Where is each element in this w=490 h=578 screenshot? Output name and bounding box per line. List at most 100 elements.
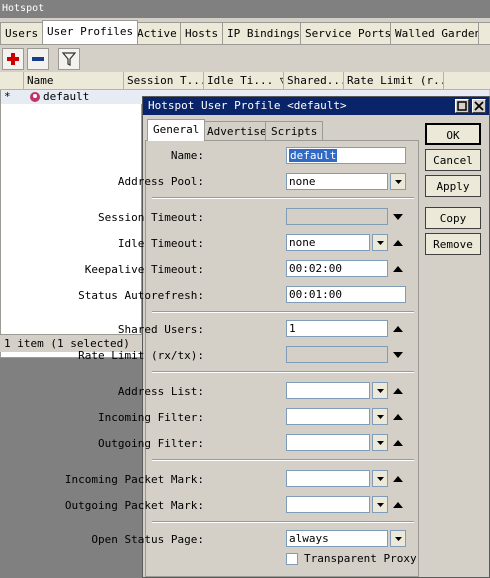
idle-timeout-dropdown[interactable] — [372, 234, 388, 251]
user-profile-dialog: Hotspot User Profile <default> General A… — [65, 96, 490, 578]
collapse-up-icon[interactable] — [392, 263, 404, 275]
transparent-proxy-label: Transparent Proxy — [304, 552, 417, 565]
outgoing-filter-select[interactable] — [286, 434, 370, 451]
collapse-up-icon[interactable] — [392, 437, 404, 449]
incoming-packet-mark-select[interactable] — [286, 470, 370, 487]
tab-active[interactable]: Active — [132, 22, 182, 44]
tab-user-profiles[interactable]: User Profiles — [42, 20, 139, 44]
keepalive-timeout-input[interactable]: 00:02:00 — [286, 260, 388, 277]
outgoing-packet-mark-label: Outgoing Packet Mark: — [64, 499, 204, 512]
row-marker: * — [4, 90, 11, 103]
idle-timeout-label: Idle Timeout: — [117, 237, 204, 250]
outgoing-packet-mark-select[interactable] — [286, 496, 370, 513]
separator — [152, 521, 414, 523]
collapse-up-icon[interactable] — [392, 473, 404, 485]
add-button[interactable] — [2, 48, 24, 70]
collapse-up-icon[interactable] — [392, 323, 404, 335]
col-idle-timeout[interactable]: Idle Ti... ▽ — [204, 72, 284, 90]
incoming-filter-label: Incoming Filter: — [98, 411, 204, 424]
address-list-dropdown[interactable] — [372, 382, 388, 399]
tab-scripts[interactable]: Scripts — [265, 121, 324, 141]
remove-profile-button[interactable]: Remove — [425, 233, 481, 255]
col-name[interactable]: Name — [24, 72, 124, 90]
tab-ip-bindings[interactable]: IP Bindings — [222, 22, 305, 44]
tab-bar: Users User Profiles Active Hosts IP Bind… — [0, 20, 490, 44]
idle-timeout-select[interactable]: none — [286, 234, 370, 251]
maximize-button[interactable] — [455, 99, 469, 113]
address-pool-dropdown[interactable] — [390, 173, 406, 190]
expand-down-icon[interactable] — [392, 349, 404, 361]
minus-icon — [32, 57, 44, 61]
chevron-down-icon — [376, 441, 384, 445]
cancel-button[interactable]: Cancel — [425, 149, 481, 171]
separator — [152, 459, 414, 461]
remove-button[interactable] — [27, 48, 49, 70]
tab-service-ports[interactable]: Service Ports — [300, 22, 397, 44]
chevron-down-icon — [376, 477, 384, 481]
general-pane: Name: default Address Pool: none Session… — [65, 140, 419, 577]
name-input[interactable]: default — [286, 147, 406, 164]
open-status-page-dropdown[interactable] — [390, 530, 406, 547]
incoming-packet-mark-dropdown[interactable] — [372, 470, 388, 487]
col-rate-limit[interactable]: Rate Limit (r... — [344, 72, 444, 90]
keepalive-timeout-label: Keepalive Timeout: — [84, 263, 204, 276]
close-icon — [474, 101, 484, 111]
collapse-up-icon[interactable] — [392, 385, 404, 397]
outgoing-filter-label: Outgoing Filter: — [98, 437, 204, 450]
tab-users[interactable]: Users — [0, 22, 44, 44]
name-label: Name: — [170, 149, 204, 162]
outgoing-packet-mark-dropdown[interactable] — [372, 496, 388, 513]
incoming-packet-mark-label: Incoming Packet Mark: — [64, 473, 204, 486]
close-button[interactable] — [472, 99, 486, 113]
col-session-timeout[interactable]: Session T... — [124, 72, 204, 90]
incoming-filter-dropdown[interactable] — [372, 408, 388, 425]
shared-users-input[interactable]: 1 — [286, 320, 388, 337]
tab-general[interactable]: General — [147, 119, 206, 141]
separator — [152, 311, 414, 313]
chevron-down-icon — [376, 389, 384, 393]
status-autorefresh-input[interactable]: 00:01:00 — [286, 286, 406, 303]
filter-button[interactable] — [58, 48, 80, 70]
shared-users-label: Shared Users: — [117, 323, 204, 336]
outgoing-filter-dropdown[interactable] — [372, 434, 388, 451]
tab-walled-garden[interactable]: Walled Garden — [390, 22, 487, 44]
ok-button[interactable]: OK — [425, 123, 481, 145]
separator — [152, 197, 414, 199]
collapse-up-icon[interactable] — [392, 411, 404, 423]
filter-icon — [62, 52, 76, 66]
maximize-icon — [457, 101, 467, 111]
copy-button[interactable]: Copy — [425, 207, 481, 229]
dialog-title-text: Hotspot User Profile <default> — [148, 99, 347, 112]
apply-button[interactable]: Apply — [425, 175, 481, 197]
address-list-label: Address List: — [117, 385, 204, 398]
address-pool-label: Address Pool: — [117, 175, 204, 188]
plus-icon — [7, 53, 19, 65]
chevron-down-icon — [394, 537, 402, 541]
rate-limit-input[interactable] — [286, 346, 388, 363]
expand-down-icon[interactable] — [392, 211, 404, 223]
tab-advertise[interactable]: Advertise — [201, 121, 273, 141]
name-value: default — [289, 149, 338, 162]
profile-icon — [29, 91, 41, 106]
collapse-up-icon[interactable] — [392, 499, 404, 511]
col-shared-users[interactable]: Shared... — [284, 72, 344, 90]
collapse-up-icon[interactable] — [392, 237, 404, 249]
chevron-down-icon — [376, 241, 384, 245]
address-list-select[interactable] — [286, 382, 370, 399]
session-timeout-input[interactable] — [286, 208, 388, 225]
dialog-title: Hotspot User Profile <default> — [143, 97, 489, 115]
transparent-proxy-checkbox[interactable] — [286, 553, 298, 565]
incoming-filter-select[interactable] — [286, 408, 370, 425]
tab-overflow[interactable] — [478, 22, 490, 44]
rate-limit-label: Rate Limit (rx/tx): — [78, 349, 204, 362]
open-status-page-label: Open Status Page: — [91, 533, 204, 546]
tab-hosts[interactable]: Hosts — [180, 22, 224, 44]
chevron-down-icon — [376, 415, 384, 419]
col-marker — [0, 72, 24, 90]
chevron-down-icon — [376, 503, 384, 507]
open-status-page-select[interactable]: always — [286, 530, 388, 547]
separator — [152, 371, 414, 373]
table-header: Name Session T... Idle Ti... ▽ Shared...… — [0, 72, 490, 90]
status-autorefresh-label: Status Autorefresh: — [78, 289, 204, 302]
address-pool-select[interactable]: none — [286, 173, 388, 190]
